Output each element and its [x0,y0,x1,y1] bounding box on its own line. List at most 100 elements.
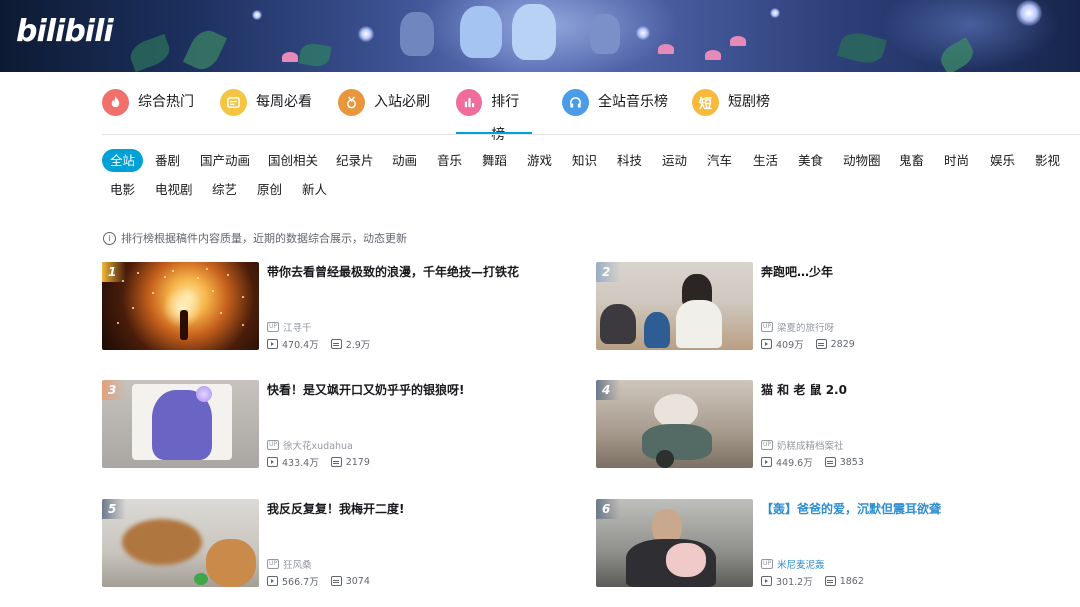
banner-leaf [298,41,332,69]
category-chip[interactable]: 音乐 [429,149,470,172]
category-chip[interactable]: 运动 [654,149,695,172]
category-chip[interactable]: 新人 [294,178,335,201]
bilibili-logo[interactable]: bilibili [16,14,114,49]
category-chip[interactable]: 游戏 [519,149,560,172]
spark [206,268,208,270]
rank-badge: 5 [102,499,126,519]
danmaku-icon [330,576,342,586]
category-chip[interactable]: 综艺 [204,178,245,201]
tab-label: 每周必看 [256,94,312,110]
video-thumbnail[interactable]: 2 [596,262,753,350]
banner-character [400,12,434,56]
banner-orb [358,26,374,42]
video-stats: 301.2万 1862 [761,574,864,588]
tab-must-watch[interactable]: 入站必刷 [338,86,430,134]
category-chip[interactable]: 国创相关 [260,149,326,172]
category-chip[interactable]: 美食 [790,149,831,172]
video-title[interactable]: 奔跑吧…少年 [761,263,833,280]
category-chip[interactable]: 舞蹈 [474,149,515,172]
banner-character [460,6,502,58]
view-count: 433.4万 [282,458,319,469]
uploader[interactable]: UP 狂风桑 [267,557,312,571]
tab-short-drama[interactable]: 短 短剧榜 [692,86,772,134]
video-title[interactable]: 快看！是又飒开口又奶乎乎的银狼呀! [267,381,464,398]
rank-badge: 4 [596,380,620,400]
up-icon: UP [267,322,280,332]
up-icon: UP [267,559,280,569]
category-chip[interactable]: 鬼畜 [891,149,932,172]
video-thumbnail[interactable]: 6 [596,499,753,587]
tab-music-chart[interactable]: 全站音乐榜 [562,86,670,134]
up-icon: UP [761,322,774,332]
uploader[interactable]: UP 米尼麦泥轰 [761,557,825,571]
play-count-icon [267,576,278,586]
video-stats: 433.4万 2179 [267,455,370,469]
danmaku-icon [824,576,836,586]
view-count: 449.6万 [776,458,813,469]
video-title[interactable]: 带你去看曾经最极致的浪漫，千年绝技—打铁花 [267,263,519,280]
category-chip[interactable]: 纪录片 [328,149,382,172]
category-chip[interactable]: 原创 [249,178,290,201]
uploader-name: 狂风桑 [283,560,312,571]
banner-orb [636,26,650,40]
up-icon: UP [761,559,774,569]
uploader[interactable]: UP 奶糕成精档案社 [761,438,844,452]
category-chip[interactable]: 影视 [1027,149,1068,172]
spark [172,270,174,272]
uploader[interactable]: UP 梁夏的旅行呀 [761,320,834,334]
headphones-icon [562,89,589,116]
spark [197,277,199,279]
category-chip[interactable]: 动物圈 [835,149,889,172]
video-title[interactable]: 我反反复复！我梅开二度! [267,500,404,517]
video-thumbnail[interactable]: 3 [102,380,259,468]
banner-flower [730,36,746,46]
tab-weekly[interactable]: 每周必看 [220,86,312,134]
tab-ranking[interactable]: 排行榜 [456,86,532,143]
rank-badge: 3 [102,380,126,400]
play-count-icon [267,457,278,467]
short-drama-icon: 短 [692,89,719,116]
category-chip[interactable]: 知识 [564,149,605,172]
rank-item: 1 带你去看曾经最极致的浪漫，千年绝技—打铁花 UP 江寻千 470.4万 2.9… [102,262,562,352]
video-thumbnail[interactable]: 1 [102,262,259,350]
category-chip[interactable]: 动画 [384,149,425,172]
video-stats: 449.6万 3853 [761,455,864,469]
category-all[interactable]: 全站 [102,149,144,172]
medal-icon [338,89,365,116]
rank-item: 2 奔跑吧…少年 UP 梁夏的旅行呀 409万 2829 [596,262,1056,352]
banner-character [512,4,556,60]
category-chip[interactable]: 电影 [102,178,143,201]
category-chip[interactable]: 番剧 [147,149,188,172]
category-chip[interactable]: 生活 [745,149,786,172]
rank-badge: 1 [102,262,126,282]
video-title[interactable]: 【轰】爸爸的爱，沉默但震耳欲聋 [761,500,941,517]
bar-chart-icon [456,89,483,116]
category-chip[interactable]: 科技 [609,149,650,172]
uploader[interactable]: UP 江寻千 [267,320,312,334]
rank-item: 3 快看！是又飒开口又奶乎乎的银狼呀! UP 徐大花xudahua 433.4万 … [102,380,562,470]
category-chip[interactable]: 娱乐 [982,149,1023,172]
tabs-divider [102,134,1080,135]
category-chip[interactable]: 国产动画 [192,149,258,172]
danmaku-icon [815,339,827,349]
danmaku-count: 2829 [830,338,855,350]
ranking-note: i 排行榜根据稿件内容质量，近期的数据综合展示，动态更新 [103,230,407,246]
up-icon: UP [761,440,774,450]
tab-hot[interactable]: 综合热门 [102,86,194,134]
category-chip[interactable]: 汽车 [699,149,740,172]
video-thumbnail[interactable]: 5 [102,499,259,587]
calendar-icon [220,89,247,116]
rank-item: 4 猫 和 老 鼠 2.0 UP 奶糕成精档案社 449.6万 3853 [596,380,1056,470]
video-thumbnail[interactable]: 4 [596,380,753,468]
banner-flower [282,52,298,62]
video-title[interactable]: 猫 和 老 鼠 2.0 [761,381,847,398]
header-banner: bilibili [0,0,1080,72]
danmaku-icon [824,457,836,467]
uploader[interactable]: UP 徐大花xudahua [267,438,353,452]
danmaku-count: 3074 [345,575,370,587]
category-chip[interactable]: 电视剧 [147,178,201,201]
category-chip[interactable]: 时尚 [936,149,977,172]
video-stats: 566.7万 3074 [267,574,370,588]
banner-leaf [837,28,887,68]
spark [132,307,134,309]
